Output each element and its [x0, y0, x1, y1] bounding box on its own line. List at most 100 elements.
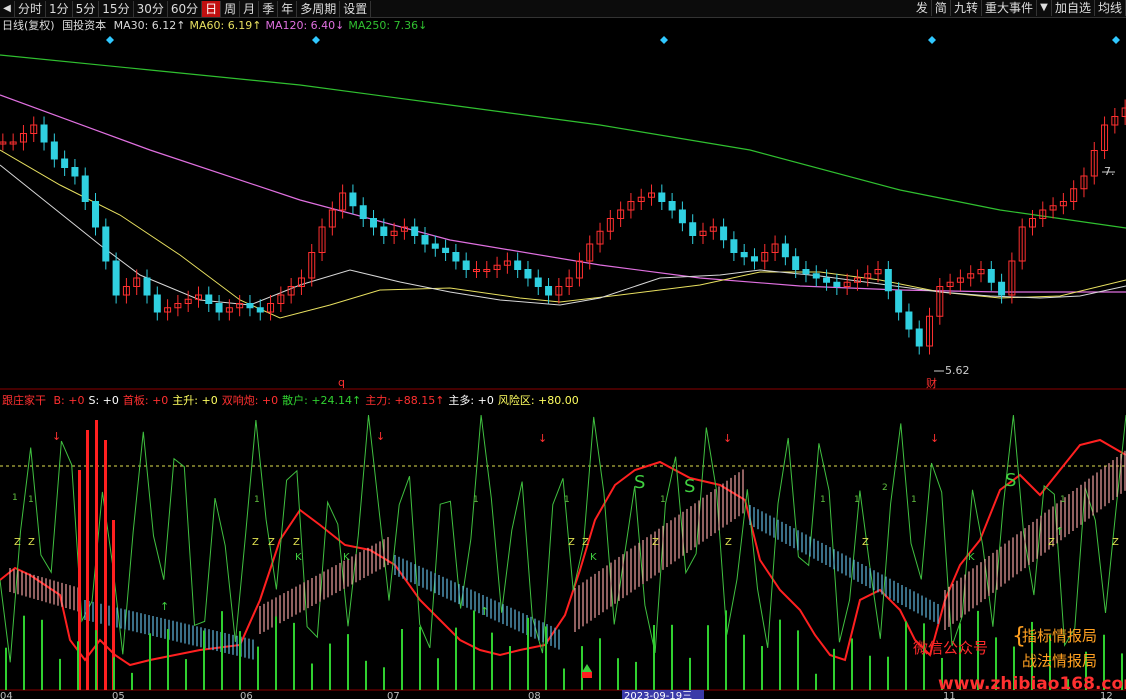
candle-body: [802, 269, 810, 275]
down-arrow-icon: ↓: [930, 432, 939, 445]
one-marker: 1: [1060, 495, 1066, 505]
retail-bar: [59, 658, 61, 690]
watermark-right1: 指标情报局: [1022, 627, 1098, 645]
indicator-legend-item: 散户: +24.14↑: [282, 394, 362, 407]
indicator-legend-item: 双响炮: +0: [221, 394, 279, 407]
candle-body: [730, 239, 738, 253]
low-price-label: 5.62: [945, 364, 970, 377]
watermark-right2: 战法情报局: [1022, 652, 1098, 670]
retail-bar: [599, 638, 601, 690]
z-marker: Z: [268, 537, 275, 548]
candle-body: [431, 243, 439, 249]
z-marker: Z: [1048, 537, 1055, 548]
buy-marker-icon: [582, 664, 592, 672]
one-marker: 1: [254, 495, 260, 505]
s-marker: S: [1005, 470, 1016, 491]
candle-body: [514, 260, 522, 270]
candle-body: [658, 192, 666, 202]
one-marker: 1: [564, 495, 570, 505]
candle-body: [740, 252, 748, 258]
retail-bar: [563, 668, 565, 690]
event-diamond-icon: [928, 36, 936, 44]
retail-bar: [581, 646, 583, 690]
retail-bar: [311, 663, 313, 690]
retail-bar: [797, 630, 799, 690]
retail-bar: [491, 632, 493, 690]
retail-bar: [473, 610, 475, 690]
retail-bar: [95, 630, 97, 690]
one-marker: 1: [12, 493, 18, 503]
watermark-wechat: 微信公众号: [913, 639, 989, 657]
down-arrow-icon: ↓: [376, 430, 385, 443]
candle-body: [720, 226, 728, 241]
s-marker: S: [634, 472, 645, 493]
retail-bar: [653, 625, 655, 690]
retail-bar: [671, 624, 673, 690]
main-force-bar: [104, 440, 107, 690]
retail-bar: [149, 633, 151, 690]
candle-body: [833, 281, 841, 287]
down-arrow-icon: ↓: [723, 432, 732, 445]
retail-bar: [167, 629, 169, 690]
up-arrow-icon: ↑: [160, 600, 169, 613]
one-marker: 1: [28, 495, 34, 505]
retail-bar: [545, 626, 547, 690]
candle-body: [246, 303, 254, 309]
retail-bar: [527, 617, 529, 690]
candle-body: [524, 269, 532, 279]
candle-body: [668, 201, 676, 211]
indicator-name: 跟庄家干: [2, 394, 46, 407]
retail-bar: [689, 657, 691, 690]
candle-body: [81, 175, 89, 202]
retail-bar: [23, 615, 25, 690]
retail-bar: [617, 658, 619, 690]
retail-bar: [221, 611, 223, 690]
candle-body: [895, 290, 903, 313]
retail-bar: [275, 616, 277, 690]
retail-bar: [239, 631, 241, 690]
finance-marker: 财: [926, 376, 937, 390]
candle-body: [92, 201, 100, 228]
indicator-legend-item: 风险区: +80.00: [497, 394, 579, 407]
two-marker: 2: [882, 483, 888, 493]
s-marker: S: [684, 476, 695, 497]
event-diamond-icon: [1112, 36, 1120, 44]
retail-bar: [257, 646, 259, 690]
candle-body: [545, 286, 553, 296]
indicator-legend-item: B: +0: [53, 394, 85, 407]
ma250-line: [0, 54, 1126, 229]
retail-bar: [365, 660, 367, 690]
candle-body: [905, 311, 913, 330]
candle-body: [534, 277, 542, 287]
retail-bar: [401, 628, 403, 690]
x-axis-label: 07: [387, 691, 400, 699]
candle-body: [61, 158, 69, 168]
candle-body: [143, 277, 151, 296]
indicator-legend-item: 主力: +88.15↑: [365, 394, 445, 407]
event-diamond-icon: [106, 36, 114, 44]
retail-bar: [887, 656, 889, 690]
candle-body: [781, 243, 789, 258]
candle-body: [998, 281, 1006, 296]
x-axis-label: 08: [528, 691, 541, 699]
candle-body: [915, 328, 923, 347]
retail-bar: [725, 610, 727, 690]
x-axis-label: 05: [112, 691, 125, 699]
ma30-line: [0, 164, 1126, 306]
x-axis-label: 04: [0, 691, 13, 699]
candle-body: [380, 226, 388, 236]
candle-body: [792, 256, 800, 270]
retail-bar: [41, 619, 43, 690]
candle-body: [153, 294, 161, 313]
z-marker: Z: [652, 537, 659, 548]
retail-bar: [347, 634, 349, 690]
indicator-legend-item: 主多: +0: [448, 394, 494, 407]
candle-body: [411, 226, 419, 236]
cursor-date-label: 2023-09-19三: [624, 691, 692, 699]
retail-bar: [743, 634, 745, 690]
candle-body: [50, 141, 58, 160]
candle-body: [987, 269, 995, 283]
candle-body: [689, 222, 697, 236]
price-chart[interactable]: 7.5.62财qZ Z Z Z Z Z Z Z Z Z Z ZK K K KS S S1 1 1 1 1 1 1 1 1 12↓ ↓…: [0, 0, 1126, 699]
candle-body: [884, 269, 892, 292]
